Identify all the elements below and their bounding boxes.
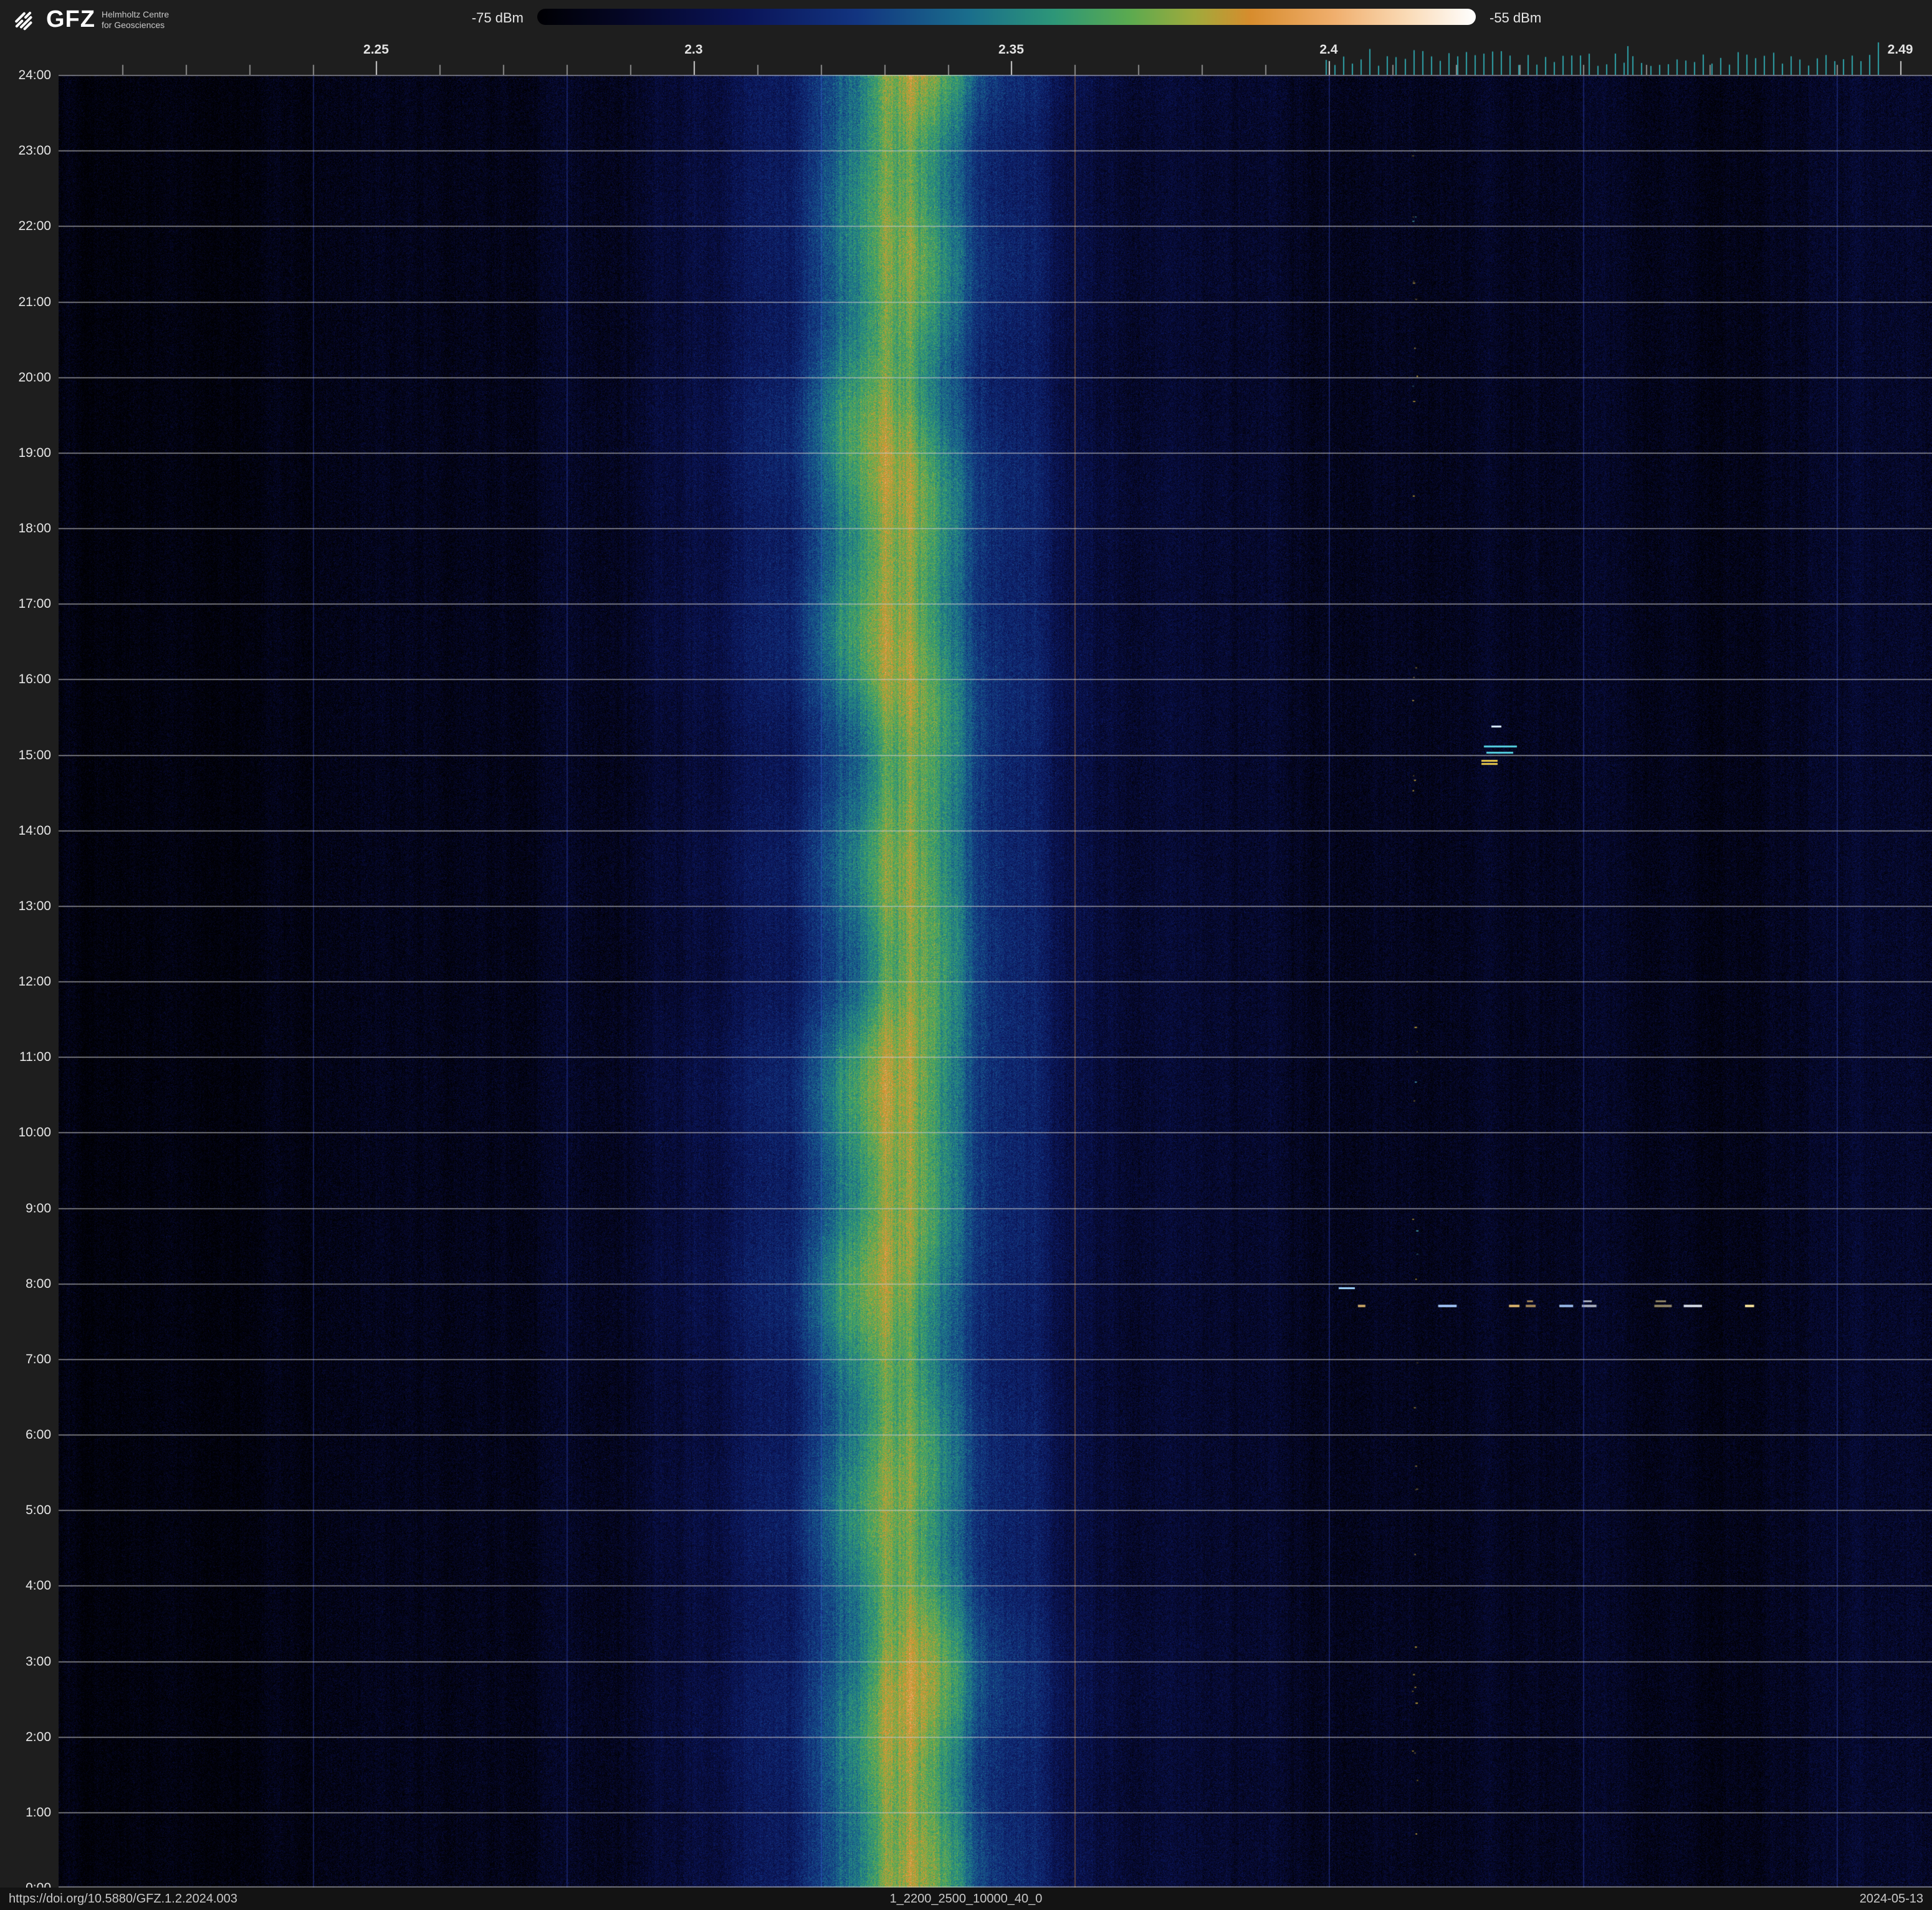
time-tick-label: 18:00: [18, 521, 51, 535]
time-tick-label: 21:00: [18, 294, 51, 309]
time-tick-label: 10:00: [18, 1125, 51, 1140]
time-tick-label: 23:00: [18, 143, 51, 158]
time-tick-label: 9:00: [26, 1201, 51, 1216]
logo-subtitle-line1: Helmholtz Centre: [101, 9, 170, 19]
colorbar-max-label: -55 dBm: [1490, 10, 1542, 26]
logo-subtitle: Helmholtz Centre for Geosciences: [102, 9, 169, 31]
time-axis-labels: 24:00 23:00 22:00 21:00 20:00 19:00 18:00 17:00…: [0, 0, 59, 1910]
time-tick-label: 7:00: [26, 1351, 51, 1366]
colorbar: [537, 9, 1476, 25]
colorbar-min-label: -75 dBm: [471, 10, 524, 26]
time-tick-label: 13:00: [18, 898, 51, 913]
logo-subtitle-line2: for Geosciences: [101, 19, 165, 30]
time-tick-label: 16:00: [18, 672, 51, 687]
spectrogram-canvas: [59, 75, 1932, 1888]
gfz-logo: GFZ Helmholtz Centre for Geosciences: [11, 7, 169, 36]
time-tick-label: 19:00: [18, 445, 51, 460]
time-tick-label: 1:00: [26, 1805, 51, 1820]
time-tick-label: 14:00: [18, 823, 51, 838]
time-tick-label: 22:00: [18, 219, 51, 234]
footer-bar: https://doi.org/10.5880/GFZ.1.2.2024.003…: [0, 1888, 1932, 1910]
time-tick-label: 3:00: [26, 1654, 51, 1669]
gfz-logo-icon: [11, 7, 40, 36]
time-tick-label: 6:00: [26, 1428, 51, 1442]
time-tick-label: 15:00: [18, 747, 51, 762]
time-tick-label: 8:00: [26, 1276, 51, 1291]
time-tick-label: 20:00: [18, 370, 51, 385]
time-tick-label: 2:00: [26, 1729, 51, 1744]
time-tick-label: 17:00: [18, 597, 51, 612]
time-tick-label: 11:00: [19, 1050, 51, 1065]
time-tick-label: 12:00: [18, 974, 51, 989]
time-tick-label: 4:00: [26, 1578, 51, 1593]
date-label: 2024-05-13: [1859, 1891, 1923, 1906]
time-tick-label: 5:00: [26, 1503, 51, 1518]
frequency-ruler: [0, 37, 1932, 75]
dataset-filename: 1_2200_2500_10000_40_0: [889, 1891, 1043, 1906]
logo-text: GFZ: [46, 6, 95, 32]
doi-text: https://doi.org/10.5880/GFZ.1.2.2024.003: [9, 1891, 237, 1906]
spectrogram-page: GFZ Helmholtz Centre for Geosciences -75…: [0, 0, 1932, 1910]
